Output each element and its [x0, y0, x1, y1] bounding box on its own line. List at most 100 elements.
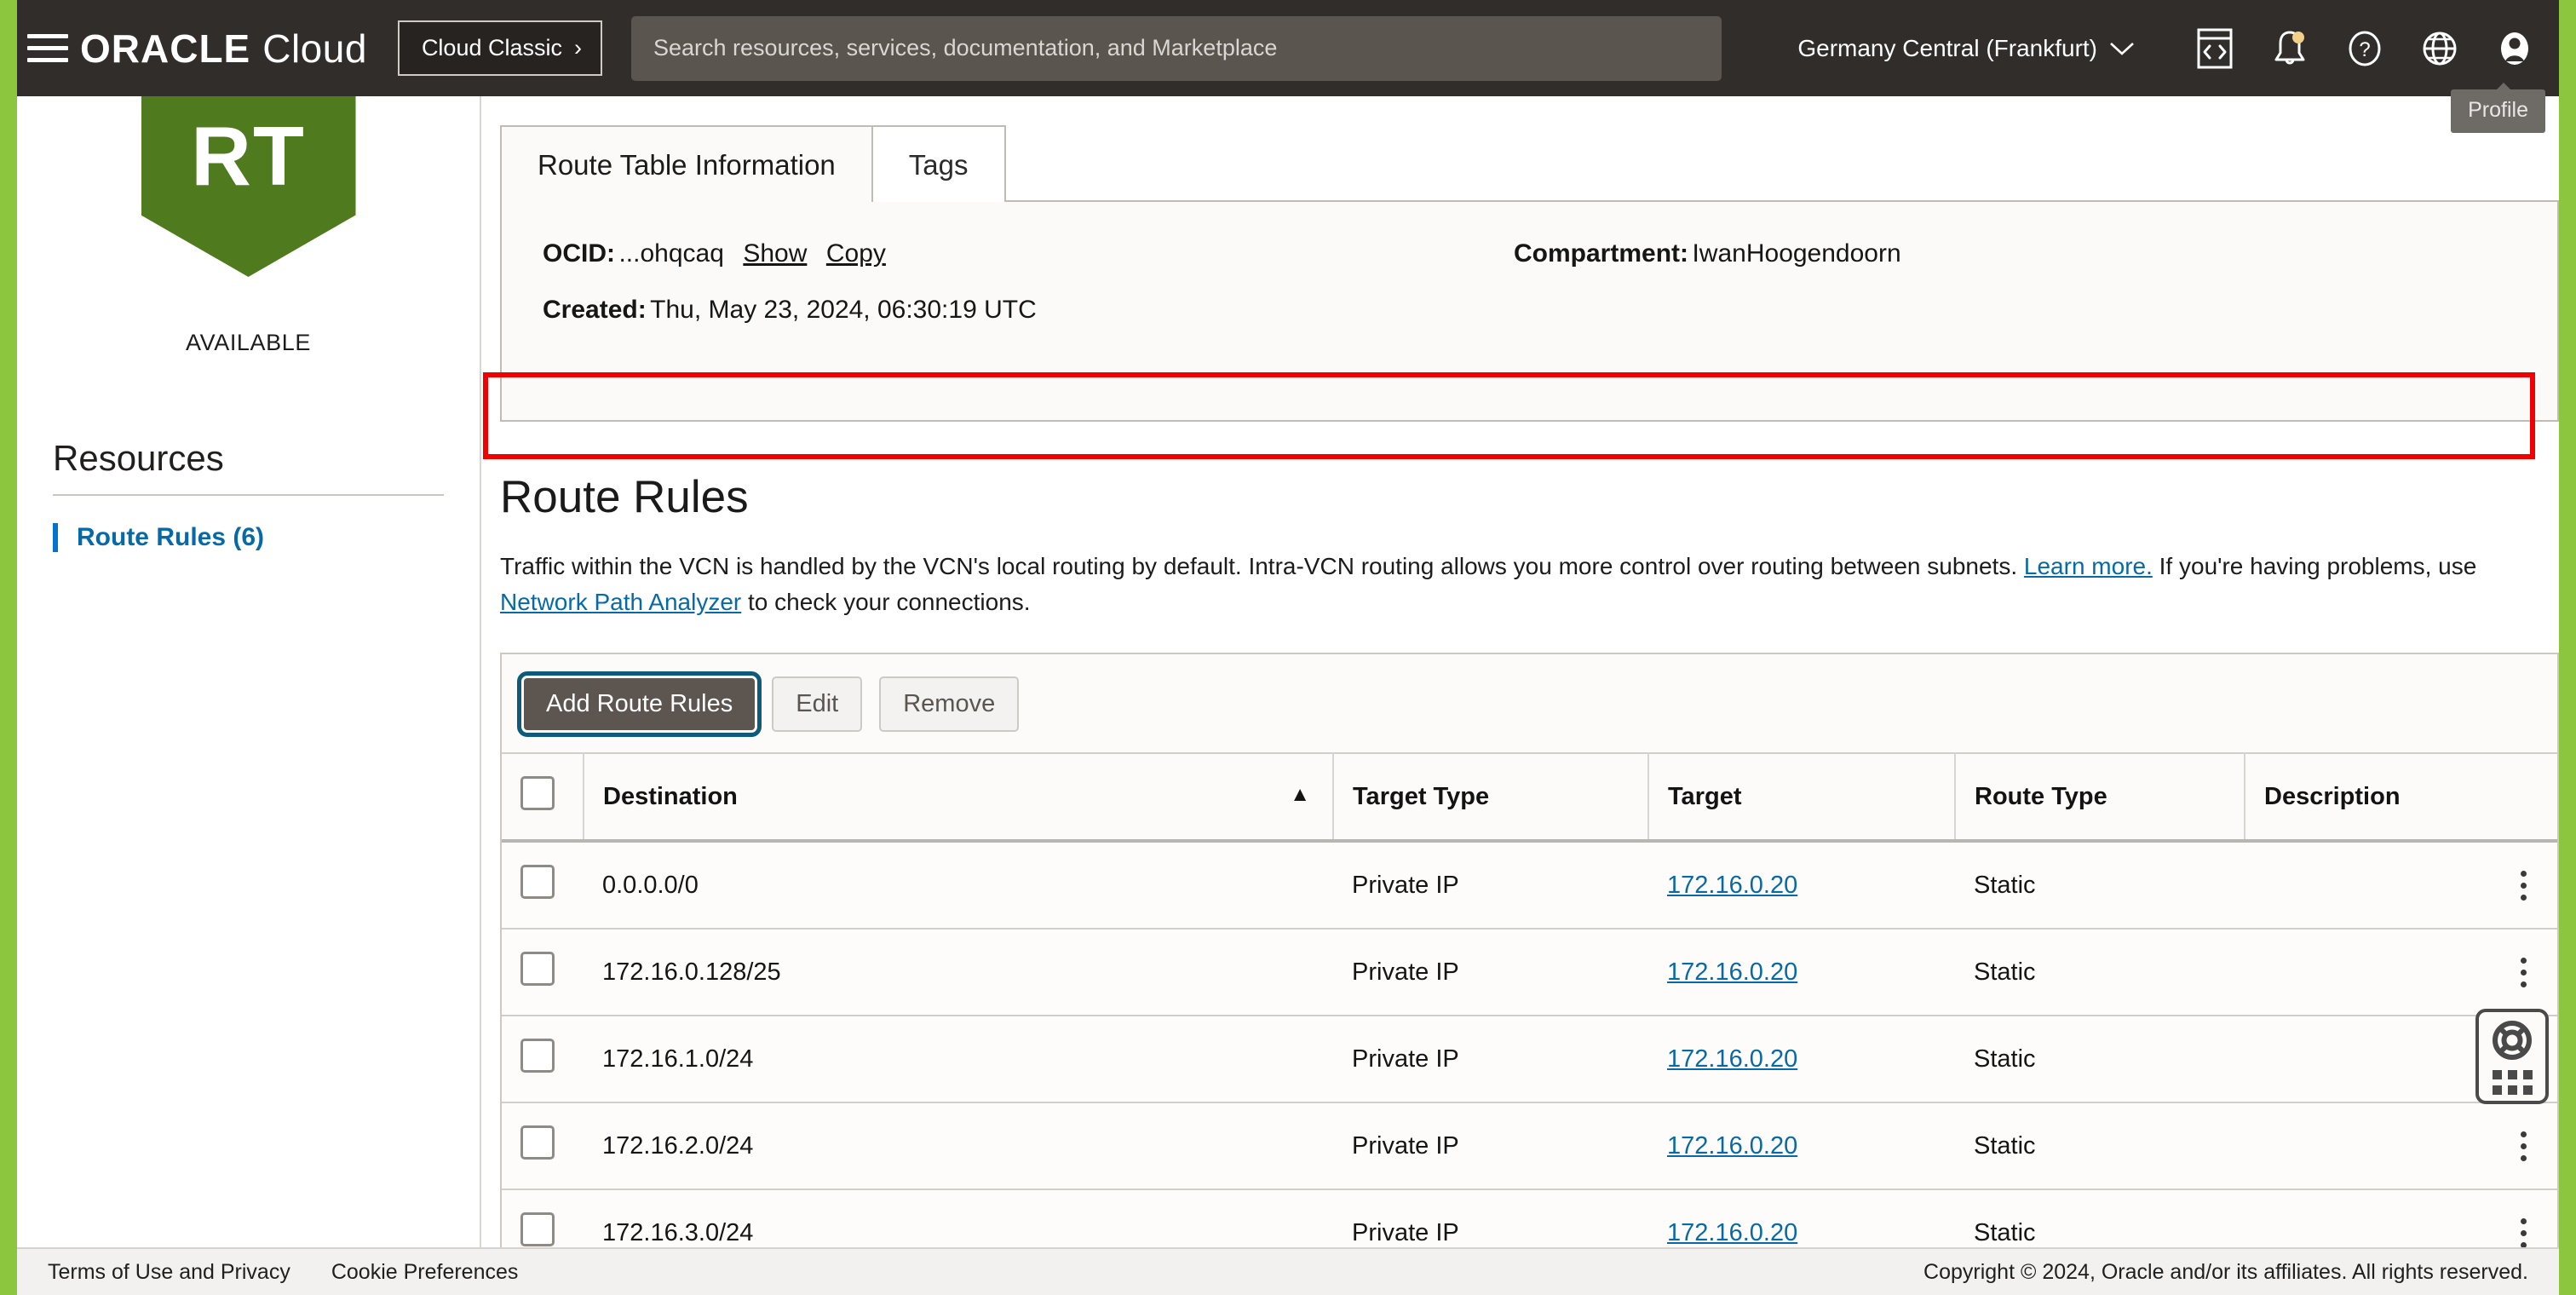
resource-badge-container: RT: [53, 96, 444, 319]
remove-button[interactable]: Remove: [879, 676, 1019, 732]
cloud-classic-button[interactable]: Cloud Classic ›: [398, 20, 602, 76]
cell-destination: 172.16.0.128/25: [584, 929, 1333, 1016]
table-row[interactable]: 172.16.2.0/24Private IP172.16.0.20Static: [502, 1102, 2557, 1189]
ocid-label: OCID:: [543, 239, 615, 268]
detail-tabs: Route Table Information Tags: [481, 125, 2559, 202]
chevron-down-icon: [2109, 41, 2135, 56]
sidebar-item-route-rules[interactable]: Route Rules (6): [53, 523, 444, 552]
drag-handle-dots-icon[interactable]: [2493, 1070, 2533, 1095]
column-header-route-type[interactable]: Route Type: [1955, 753, 2245, 841]
row-actions-menu-icon[interactable]: [2508, 871, 2539, 901]
top-navigation-bar: ORACLE Cloud Cloud Classic › Germany Cen…: [0, 0, 2576, 96]
cell-description: [2245, 841, 2489, 929]
row-checkbox-cell: [502, 841, 584, 929]
cell-row-actions: [2489, 929, 2557, 1016]
row-checkbox-cell: [502, 1016, 584, 1102]
ocid-row: OCID: ...ohqcaq Show Copy Compartment: I…: [543, 239, 2516, 268]
column-header-target-type[interactable]: Target Type: [1333, 753, 1648, 841]
cell-route-type: Static: [1955, 929, 2245, 1016]
region-label: Germany Central (Frankfurt): [1797, 35, 2097, 62]
add-route-rules-button[interactable]: Add Route Rules: [524, 678, 755, 730]
row-checkbox[interactable]: [520, 1125, 555, 1160]
copyright-text: Copyright © 2024, Oracle and/or its affi…: [1923, 1260, 2528, 1285]
page-footer: Terms of Use and Privacy Cookie Preferen…: [17, 1247, 2559, 1295]
column-label: Destination: [603, 783, 738, 810]
hamburger-menu-icon[interactable]: [27, 30, 68, 67]
ocid-group: OCID: ...ohqcaq Show Copy: [543, 239, 1514, 268]
row-checkbox-cell: [502, 929, 584, 1016]
ocid-show-link[interactable]: Show: [743, 239, 807, 268]
route-rules-table: Destination ▲ Target Type Target Route T…: [502, 752, 2557, 1247]
created-label: Created:: [543, 296, 647, 324]
cell-description: [2245, 1189, 2489, 1247]
desc-text-2: If you're having problems, use: [2153, 553, 2476, 579]
region-selector[interactable]: Germany Central (Frankfurt): [1797, 35, 2135, 62]
desc-text-1: Traffic within the VCN is handled by the…: [500, 553, 2024, 579]
network-path-analyzer-link[interactable]: Network Path Analyzer: [500, 589, 741, 615]
sort-ascending-icon: ▲: [1290, 783, 1310, 807]
brand-oracle-text: ORACLE: [80, 26, 250, 72]
column-header-destination[interactable]: Destination ▲: [584, 753, 1333, 841]
row-checkbox[interactable]: [520, 952, 555, 986]
cookie-preferences-link[interactable]: Cookie Preferences: [331, 1260, 519, 1285]
table-row[interactable]: 0.0.0.0/0Private IP172.16.0.20Static: [502, 841, 2557, 929]
table-row[interactable]: 172.16.3.0/24Private IP172.16.0.20Static: [502, 1189, 2557, 1247]
row-actions-menu-icon[interactable]: [2508, 1218, 2539, 1248]
resources-divider: [53, 494, 444, 496]
compartment-label: Compartment:: [1514, 239, 1688, 268]
oracle-cloud-console-page: ORACLE Cloud Cloud Classic › Germany Cen…: [0, 0, 2576, 1295]
oracle-cloud-logo[interactable]: ORACLE Cloud: [80, 26, 367, 72]
brand-cloud-text: Cloud: [262, 26, 367, 72]
notifications-bell-icon[interactable]: [2252, 11, 2327, 86]
terms-of-use-link[interactable]: Terms of Use and Privacy: [48, 1260, 290, 1285]
learn-more-link[interactable]: Learn more.: [2024, 553, 2153, 579]
column-label: Description: [2264, 783, 2401, 810]
ocid-copy-link[interactable]: Copy: [826, 239, 886, 268]
cell-target: 172.16.0.20: [1648, 1102, 1955, 1189]
tab-tags[interactable]: Tags: [871, 125, 1006, 202]
right-accent-rail: [2559, 0, 2576, 1295]
column-header-target[interactable]: Target: [1648, 753, 1955, 841]
cell-description: [2245, 1102, 2489, 1189]
support-widget[interactable]: [2475, 1009, 2549, 1104]
select-all-checkbox[interactable]: [520, 776, 555, 810]
row-actions-menu-icon[interactable]: [2508, 1131, 2539, 1161]
language-globe-icon[interactable]: [2402, 11, 2477, 86]
cloud-shell-icon[interactable]: [2177, 11, 2252, 86]
cell-target-type: Private IP: [1333, 1189, 1648, 1247]
section-description: Traffic within the VCN is handled by the…: [500, 549, 2544, 620]
resource-hexagon-badge: RT: [141, 96, 356, 277]
footer-links: Terms of Use and Privacy Cookie Preferen…: [48, 1260, 518, 1285]
target-link[interactable]: 172.16.0.20: [1667, 1219, 1797, 1246]
route-rules-table-card: Add Route Rules Edit Remove: [500, 653, 2559, 1247]
row-checkbox[interactable]: [520, 865, 555, 899]
resource-sidebar: RT AVAILABLE Resources Route Rules (6): [17, 96, 481, 1247]
row-checkbox[interactable]: [520, 1039, 555, 1073]
compartment-group: Compartment: IwanHoogendoorn: [1514, 239, 1901, 268]
profile-avatar-icon[interactable]: Profile: [2477, 11, 2552, 86]
target-link[interactable]: 172.16.0.20: [1667, 958, 1797, 986]
help-question-icon[interactable]: ?: [2327, 11, 2402, 86]
table-row[interactable]: 172.16.1.0/24Private IP172.16.0.20Static: [502, 1016, 2557, 1102]
cell-target: 172.16.0.20: [1648, 929, 1955, 1016]
select-all-header: [502, 753, 584, 841]
badge-initials: RT: [191, 108, 306, 204]
support-lifering-icon: [2491, 1019, 2533, 1062]
tab-label: Route Table Information: [538, 149, 836, 181]
column-header-description[interactable]: Description: [2245, 753, 2557, 841]
target-link[interactable]: 172.16.0.20: [1667, 872, 1797, 899]
cell-target-type: Private IP: [1333, 1102, 1648, 1189]
edit-button[interactable]: Edit: [772, 676, 862, 732]
cell-target-type: Private IP: [1333, 841, 1648, 929]
target-link[interactable]: 172.16.0.20: [1667, 1132, 1797, 1160]
search-input[interactable]: [631, 16, 1722, 81]
profile-tooltip: Profile: [2451, 89, 2545, 133]
table-row[interactable]: 172.16.0.128/25Private IP172.16.0.20Stat…: [502, 929, 2557, 1016]
column-label: Target: [1668, 783, 1741, 810]
search-container: [631, 16, 1722, 81]
tab-route-table-information[interactable]: Route Table Information: [500, 125, 873, 202]
target-link[interactable]: 172.16.0.20: [1667, 1045, 1797, 1073]
row-checkbox[interactable]: [520, 1212, 555, 1246]
row-actions-menu-icon[interactable]: [2508, 958, 2539, 987]
cell-route-type: Static: [1955, 1016, 2245, 1102]
